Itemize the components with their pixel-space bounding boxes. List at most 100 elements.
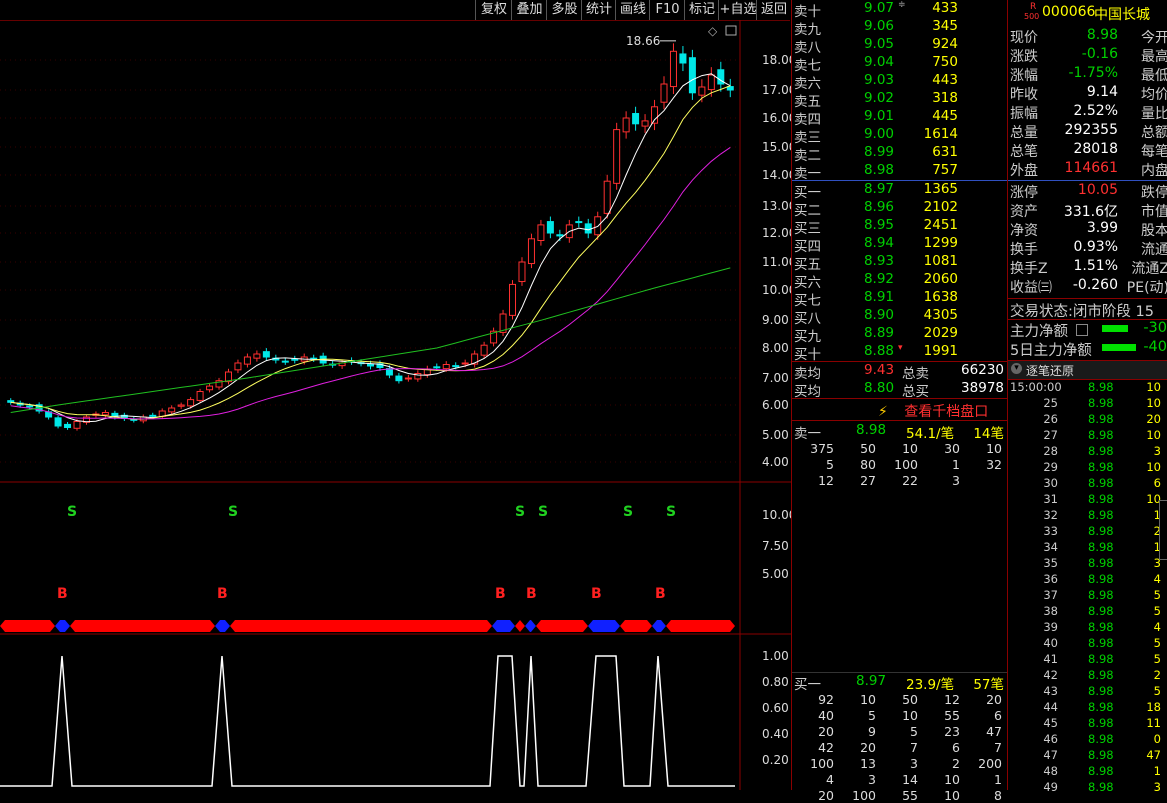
- tick-time: 33: [1043, 524, 1058, 538]
- bid-row[interactable]: 买一 8.97 1365: [794, 181, 1006, 201]
- ask-row[interactable]: 卖二 8.99 631: [794, 144, 1006, 164]
- candle-body: [452, 365, 460, 368]
- tick-volume: 5: [1153, 588, 1161, 602]
- queue-order: 27: [860, 473, 876, 488]
- quote-label: 涨停: [1010, 185, 1038, 201]
- avg-buy-value: 8.80: [864, 380, 895, 396]
- ask-row[interactable]: 卖六 9.03 443: [794, 72, 1006, 92]
- ask-row[interactable]: 卖四 9.01 445: [794, 108, 1006, 128]
- indicator1-tick-label: 10.00: [762, 508, 792, 522]
- bid-row[interactable]: 买七 8.91 1638: [794, 289, 1006, 309]
- quote-label: 资产: [1010, 204, 1038, 220]
- ask-row[interactable]: 卖八 9.05 924: [794, 36, 1006, 56]
- level-volume: 443: [932, 72, 958, 88]
- chevron-down-icon[interactable]: ▾: [1011, 363, 1022, 374]
- main-flow: 主力净额 -30 5日主力净额 -40: [1010, 320, 1167, 359]
- quote-row: 涨幅 -1.75% 最低: [1010, 65, 1167, 84]
- toolbar-adjust-button[interactable]: 复权: [475, 0, 512, 20]
- avg-buy-label: 买均: [794, 384, 821, 400]
- toolbar-back-button[interactable]: 返回: [756, 0, 791, 20]
- tick-row: 40 8.98 5: [1010, 636, 1167, 652]
- toolbar-multistock-button[interactable]: 多股: [546, 0, 582, 20]
- candle-body: [26, 405, 34, 408]
- depth-link[interactable]: ⚡ 查看千档盘口: [878, 401, 1008, 420]
- bid-row[interactable]: 买二 8.96 2102: [794, 199, 1006, 219]
- kline-chart[interactable]: 18.00 17.00 16.00 15.00 14.00 13.00 12.00 11.00…: [0, 20, 792, 790]
- trend-ribbon-segment: [0, 620, 55, 632]
- toolbar-add-watch-button[interactable]: +自选: [718, 0, 757, 20]
- toolbar-stats-button[interactable]: 统计: [581, 0, 616, 20]
- quote-label-2: 今开: [1141, 30, 1167, 46]
- candle-body: [187, 399, 195, 407]
- candle-body: [546, 221, 554, 234]
- quote-label: 涨跌: [1010, 49, 1038, 65]
- quote-value: -0.260: [1072, 277, 1118, 293]
- candle-body: [7, 400, 15, 403]
- bid-row[interactable]: 买四 8.94 1299: [794, 235, 1006, 255]
- bid-row[interactable]: 买六 8.92 2060: [794, 271, 1006, 291]
- toolbar-mark-button[interactable]: 标记: [684, 0, 719, 20]
- chart-icon[interactable]: [1076, 324, 1088, 336]
- quote-value: 2.52%: [1073, 103, 1118, 119]
- toolbar-f10-button[interactable]: F10: [649, 0, 685, 20]
- indicator1-tick-label: 5.00: [762, 567, 789, 581]
- quote-value: 9.14: [1086, 84, 1118, 100]
- ask-row[interactable]: 卖九 9.06 345: [794, 18, 1006, 38]
- bid-row[interactable]: 买九 8.89 2029: [794, 325, 1006, 345]
- level-label: 买四: [794, 239, 821, 255]
- toolbar-draw-button[interactable]: 画线: [615, 0, 650, 20]
- bid-row[interactable]: 买三 8.95 2451: [794, 217, 1006, 237]
- tick-price: 8.98: [1088, 604, 1114, 618]
- quote-label: 换手: [1010, 242, 1038, 258]
- tick-volume: 3: [1153, 780, 1161, 794]
- diamond-icon[interactable]: ◇: [708, 24, 718, 38]
- tick-price: 8.98: [1088, 716, 1114, 730]
- queue-order: 40: [818, 708, 834, 723]
- bid-row[interactable]: 买十 8.88 ▾ 1991: [794, 343, 1006, 363]
- tick-time: 38: [1043, 604, 1058, 618]
- ask-row[interactable]: 卖三 9.00 1614: [794, 126, 1006, 146]
- trend-ribbon-segment: [230, 620, 492, 632]
- ask-row[interactable]: 卖五 9.02 318: [794, 90, 1006, 110]
- queue-order: 20: [986, 692, 1002, 707]
- tick-row: 44 8.98 18: [1010, 700, 1167, 716]
- tick-scrollbar[interactable]: [1159, 500, 1167, 560]
- queue-order: 32: [986, 457, 1002, 472]
- level-volume: 1638: [923, 289, 958, 305]
- tick-volume: 10: [1146, 428, 1161, 442]
- price-tick-label: 18.00: [762, 53, 792, 67]
- tick-price: 8.98: [1088, 556, 1114, 570]
- toolbar-overlay-button[interactable]: 叠加: [511, 0, 547, 20]
- tick-price: 8.98: [1088, 508, 1114, 522]
- stock-header: R 500 000066 中国长城: [1010, 2, 1167, 24]
- tick-price: 8.98: [1088, 684, 1114, 698]
- tick-row: 43 8.98 5: [1010, 684, 1167, 700]
- indicator2-tick-label: 0.40: [762, 727, 789, 741]
- tick-header[interactable]: ▾ 逐笔还原: [1008, 360, 1167, 380]
- panel-toggle-icon[interactable]: [725, 25, 737, 36]
- level-label: 卖六: [794, 76, 821, 92]
- candle-body: [537, 224, 545, 242]
- queue-order: 12: [818, 473, 834, 488]
- candle-body: [632, 113, 640, 125]
- level-label: 买十: [794, 347, 821, 363]
- bid-row[interactable]: 买八 8.90 4305: [794, 307, 1006, 327]
- level-label: 买三: [794, 221, 821, 237]
- quote-label-2: PE(动): [1126, 280, 1167, 296]
- tick-row: 49 8.98 3: [1010, 780, 1167, 796]
- ask-row[interactable]: 卖七 9.04 750: [794, 54, 1006, 74]
- level-label: 卖十: [794, 4, 821, 20]
- level-price: 8.97: [863, 181, 894, 197]
- quote-value: 0.93%: [1073, 239, 1118, 255]
- ask-row[interactable]: 卖一 8.98 757: [794, 162, 1006, 182]
- ask-row[interactable]: 卖十 9.07 ≑ 433: [794, 0, 1006, 20]
- tick-row: 30 8.98 6: [1010, 476, 1167, 492]
- level-volume: 2060: [923, 271, 958, 287]
- queue-order: 100: [810, 756, 834, 771]
- candle-body: [291, 358, 299, 361]
- candle-body: [73, 421, 81, 429]
- bid-row[interactable]: 买五 8.93 1081: [794, 253, 1006, 273]
- tick-row: 46 8.98 0: [1010, 732, 1167, 748]
- ma5-line: [10, 73, 731, 423]
- stock-code: 000066: [1042, 4, 1096, 20]
